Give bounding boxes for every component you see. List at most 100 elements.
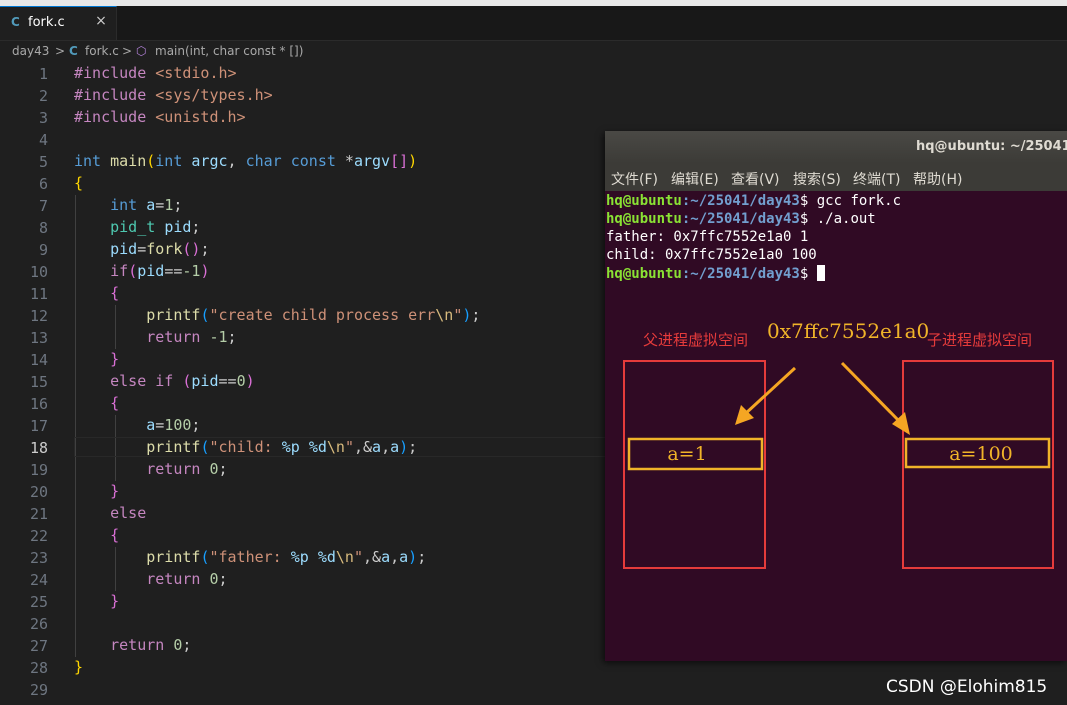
breadcrumb-folder[interactable]: day43 bbox=[12, 44, 49, 58]
code-token: #include bbox=[74, 86, 147, 104]
code-token: -1 bbox=[209, 328, 228, 346]
menu-help[interactable]: 帮助(H) bbox=[913, 169, 962, 189]
code-token: ; bbox=[417, 548, 427, 566]
code-token: else bbox=[110, 504, 147, 522]
code-token: ,& bbox=[353, 438, 373, 456]
code-token: 100 bbox=[164, 416, 192, 434]
terminal-line: child: 0x7ffc7552e1a0 100 bbox=[606, 247, 817, 263]
prompt-command: $ gcc fork.c bbox=[799, 193, 902, 209]
code-token: printf bbox=[146, 306, 201, 324]
line-number: 28 bbox=[29, 659, 48, 677]
code-line[interactable]: 1 #include <stdio.h> bbox=[0, 63, 1067, 85]
menu-file[interactable]: 文件(F) bbox=[611, 169, 658, 189]
breadcrumb-file[interactable]: fork.c bbox=[85, 44, 119, 58]
code-token: %p bbox=[281, 438, 300, 456]
terminal-output[interactable]: 父进程虚拟空间 0x7ffc7552e1a0 子进程虚拟空间 a=1 a=100… bbox=[605, 191, 1067, 661]
code-text: #include <unistd.h> bbox=[74, 108, 246, 126]
code-text: { bbox=[74, 174, 83, 192]
code-token: "father: bbox=[209, 548, 291, 566]
code-text: a=100; bbox=[74, 416, 200, 434]
function-symbol-icon: ⬡ bbox=[136, 44, 147, 58]
code-token: ) bbox=[245, 372, 255, 390]
menu-view[interactable]: 查看(V) bbox=[731, 169, 780, 189]
code-token: int bbox=[155, 152, 183, 170]
code-token: a bbox=[381, 548, 391, 566]
code-token: a bbox=[390, 438, 400, 456]
code-token: { bbox=[110, 394, 120, 412]
code-token: , bbox=[381, 438, 391, 456]
breadcrumb-symbol[interactable]: main(int, char const * []) bbox=[155, 44, 303, 58]
code-text: printf("father: %p %d\n",&a,a); bbox=[74, 548, 426, 566]
code-token: a bbox=[399, 548, 409, 566]
arrow-to-child-icon bbox=[840, 361, 910, 435]
code-token: "create child process err bbox=[209, 306, 436, 324]
editor-tab-bar: C fork.c × bbox=[0, 6, 1067, 41]
terminal-line: hq@ubuntu:~/25041/day43$ gcc fork.c bbox=[606, 193, 901, 209]
code-token: " bbox=[353, 548, 363, 566]
c-file-icon: C bbox=[11, 15, 20, 29]
line-number: 2 bbox=[38, 87, 48, 105]
code-token: return bbox=[110, 636, 165, 654]
code-token: return bbox=[146, 460, 201, 478]
tab-fork-c[interactable]: C fork.c × bbox=[0, 6, 117, 40]
chevron-right-icon: > bbox=[122, 44, 133, 58]
terminal-window[interactable]: hq@ubuntu: ~/25041/ 文件(F) 编辑(E) 查看(V) 搜索… bbox=[605, 131, 1067, 661]
code-token: , bbox=[390, 548, 400, 566]
menu-edit[interactable]: 编辑(E) bbox=[671, 169, 719, 189]
terminal-titlebar[interactable]: hq@ubuntu: ~/25041/ bbox=[605, 131, 1067, 163]
code-text: { bbox=[74, 284, 119, 302]
code-token: } bbox=[74, 658, 84, 676]
code-text: return 0; bbox=[74, 570, 228, 588]
code-token: 0 bbox=[209, 570, 219, 588]
prompt-user: hq@ubuntu bbox=[606, 193, 682, 209]
code-token: " bbox=[344, 438, 354, 456]
breadcrumb: day43 > C fork.c > ⬡ main(int, char cons… bbox=[0, 41, 1067, 63]
code-text: return -1; bbox=[74, 328, 236, 346]
csdn-watermark: CSDN @Elohim815 bbox=[886, 677, 1048, 697]
line-number: 21 bbox=[29, 505, 48, 523]
tab-label: fork.c bbox=[28, 15, 65, 30]
code-token: return bbox=[146, 570, 201, 588]
code-text: #include <stdio.h> bbox=[74, 64, 237, 82]
code-token: main bbox=[110, 152, 147, 170]
code-line[interactable]: 2 #include <sys/types.h> bbox=[0, 85, 1067, 107]
line-number: 19 bbox=[29, 461, 48, 479]
address-label: 0x7ffc7552e1a0 bbox=[767, 319, 929, 343]
code-text: } bbox=[74, 592, 119, 610]
code-text: { bbox=[74, 394, 119, 412]
chevron-right-icon: > bbox=[55, 44, 66, 58]
code-text: } bbox=[74, 658, 83, 676]
terminal-title: hq@ubuntu: ~/25041/ bbox=[916, 139, 1067, 154]
line-number: 7 bbox=[38, 197, 48, 215]
prompt-user: hq@ubuntu bbox=[606, 266, 682, 282]
terminal-cursor bbox=[816, 265, 825, 281]
code-token: if bbox=[155, 372, 174, 390]
line-number: 3 bbox=[38, 109, 48, 127]
code-token: argv bbox=[353, 152, 391, 170]
code-token: ; bbox=[218, 570, 228, 588]
code-token: ; bbox=[173, 196, 183, 214]
code-token: printf bbox=[146, 438, 201, 456]
code-token: ; bbox=[408, 438, 418, 456]
code-token: const bbox=[290, 152, 336, 170]
code-line[interactable]: 3 #include <unistd.h> bbox=[0, 107, 1067, 129]
code-token: ( bbox=[128, 262, 138, 280]
menu-terminal[interactable]: 终端(T) bbox=[853, 169, 900, 189]
code-token: } bbox=[110, 592, 120, 610]
code-token: [] bbox=[390, 152, 409, 170]
prompt-path: :~/25041/day43 bbox=[681, 193, 800, 209]
menu-search[interactable]: 搜索(S) bbox=[793, 169, 841, 189]
close-icon[interactable]: × bbox=[93, 13, 109, 29]
line-number: 9 bbox=[38, 241, 48, 259]
code-token: = bbox=[137, 240, 147, 258]
c-file-icon: C bbox=[69, 44, 78, 58]
